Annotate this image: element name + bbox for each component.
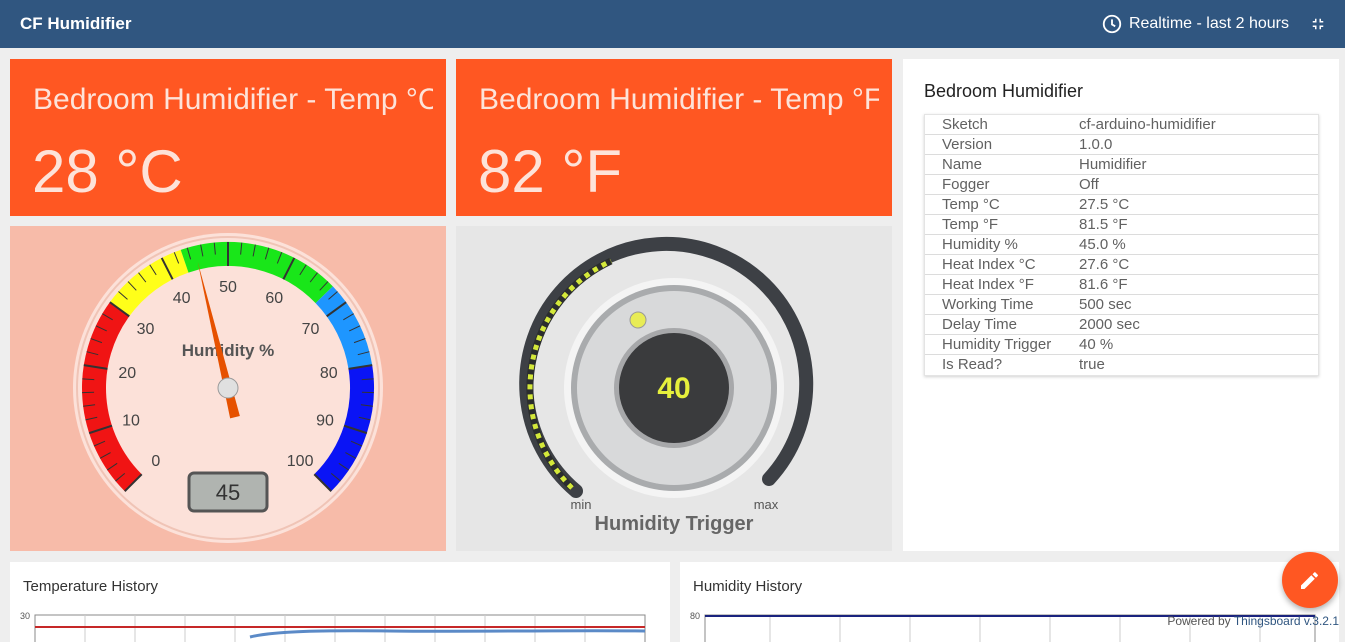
attributes-table: Sketchcf-arduino-humidifierVersion1.0.0N… (924, 114, 1319, 376)
temp-f-value: 82 °F (478, 137, 622, 206)
attribute-value: Humidifier (1079, 155, 1318, 174)
temp-c-card: Bedroom Humidifier - Temp °C 28 °C (10, 59, 446, 216)
attribute-value: 27.6 °C (1079, 255, 1318, 274)
humidity-y-tick: 80 (690, 611, 700, 621)
temperature-history-chart: 30 (10, 562, 670, 642)
attribute-value: 40 % (1079, 335, 1318, 354)
knob-min-label: min (571, 497, 592, 512)
table-row: Temp °C27.5 °C (925, 195, 1318, 215)
gauge-tick-label: 40 (173, 290, 191, 307)
gauge-tick-label: 100 (287, 453, 314, 470)
dashboard-toolbar: CF Humidifier Realtime - last 2 hours (0, 0, 1345, 48)
attribute-value: 1.0.0 (1079, 135, 1318, 154)
dashboard-title: CF Humidifier (20, 14, 131, 34)
timewindow-label: Realtime - last 2 hours (1129, 15, 1289, 33)
temp-y-tick: 30 (20, 611, 30, 621)
attribute-value: 500 sec (1079, 295, 1318, 314)
knob-title: Humidity Trigger (595, 513, 754, 535)
temperature-history-card: Temperature History 30 (10, 562, 670, 642)
gauge-tick-label: 80 (320, 365, 338, 382)
knob-indicator (630, 312, 646, 328)
attributes-title: Bedroom Humidifier (924, 81, 1083, 102)
temp-c-label: Bedroom Humidifier - Temp °C (33, 83, 433, 117)
thingsboard-link[interactable]: Thingsboard v.3.2.1 (1234, 614, 1339, 628)
gauge-title: Humidity % (182, 341, 275, 360)
humidity-gauge: 0 10 20 30 40 50 60 70 80 90 100 Humidity % 45 (10, 226, 446, 551)
attribute-key: Temp °C (925, 195, 1079, 214)
attribute-key: Fogger (925, 175, 1079, 194)
attribute-value: 45.0 % (1079, 235, 1318, 254)
powered-prefix: Powered by (1167, 614, 1234, 628)
attribute-key: Working Time (925, 295, 1079, 314)
humidity-history-chart: 80 (680, 562, 1339, 642)
attribute-value: 81.5 °F (1079, 215, 1318, 234)
attribute-value: 2000 sec (1079, 315, 1318, 334)
attribute-value: 27.5 °C (1079, 195, 1318, 214)
temp-f-card: Bedroom Humidifier - Temp °F 82 °F (456, 59, 892, 216)
table-row: Humidity Trigger40 % (925, 335, 1318, 355)
humidity-history-card: Humidity History 80 (680, 562, 1339, 642)
table-row: NameHumidifier (925, 155, 1318, 175)
knob-value: 40 (657, 372, 690, 405)
table-row: Sketchcf-arduino-humidifier (925, 115, 1318, 135)
attribute-key: Temp °F (925, 215, 1079, 234)
attribute-key: Humidity % (925, 235, 1079, 254)
table-row: Humidity %45.0 % (925, 235, 1318, 255)
attribute-key: Is Read? (925, 355, 1079, 375)
table-row: Delay Time2000 sec (925, 315, 1318, 335)
gauge-tick-label: 0 (151, 453, 160, 470)
humidity-gauge-card: 0 10 20 30 40 50 60 70 80 90 100 Humidity % 45 (10, 226, 446, 551)
temp-c-value: 28 °C (32, 137, 183, 206)
clock-icon (1101, 13, 1123, 35)
gauge-tick-label: 60 (265, 290, 283, 307)
attribute-key: Heat Index °F (925, 275, 1079, 294)
gauge-tick-label: 70 (302, 321, 320, 338)
table-row: Heat Index °F81.6 °F (925, 275, 1318, 295)
gauge-needle-hub (218, 378, 238, 398)
attribute-value: true (1079, 355, 1318, 375)
temp-series-line-2 (250, 631, 645, 637)
attribute-key: Delay Time (925, 315, 1079, 334)
gauge-tick-label: 20 (118, 365, 136, 382)
gauge-tick-label: 30 (137, 321, 155, 338)
gauge-tick-label: 50 (219, 279, 237, 296)
table-row: Heat Index °C27.6 °C (925, 255, 1318, 275)
timewindow-button[interactable]: Realtime - last 2 hours (1101, 13, 1289, 35)
table-row: Version1.0.0 (925, 135, 1318, 155)
attribute-key: Humidity Trigger (925, 335, 1079, 354)
powered-by: Powered by Thingsboard v.3.2.1 (1167, 614, 1339, 628)
attribute-value: 81.6 °F (1079, 275, 1318, 294)
gauge-tick-label: 90 (316, 413, 334, 430)
humidity-trigger-card: 40 min max Humidity Trigger (456, 226, 892, 551)
table-row: FoggerOff (925, 175, 1318, 195)
attribute-key: Name (925, 155, 1079, 174)
gauge-tick-label: 10 (122, 413, 140, 430)
exit-fullscreen-icon[interactable] (1309, 15, 1327, 33)
pencil-icon (1282, 552, 1338, 608)
attribute-value: Off (1079, 175, 1318, 194)
attribute-value: cf-arduino-humidifier (1079, 115, 1318, 134)
table-row: Working Time500 sec (925, 295, 1318, 315)
temp-f-label: Bedroom Humidifier - Temp °F (479, 83, 879, 117)
gauge-lcd-value: 45 (216, 480, 240, 505)
edit-button[interactable] (1282, 552, 1338, 608)
knob-max-label: max (754, 497, 779, 512)
table-row: Temp °F81.5 °F (925, 215, 1318, 235)
table-row: Is Read?true (925, 355, 1318, 375)
attributes-card: Bedroom Humidifier Sketchcf-arduino-humi… (903, 59, 1339, 551)
attribute-key: Sketch (925, 115, 1079, 134)
attribute-key: Heat Index °C (925, 255, 1079, 274)
attribute-key: Version (925, 135, 1079, 154)
